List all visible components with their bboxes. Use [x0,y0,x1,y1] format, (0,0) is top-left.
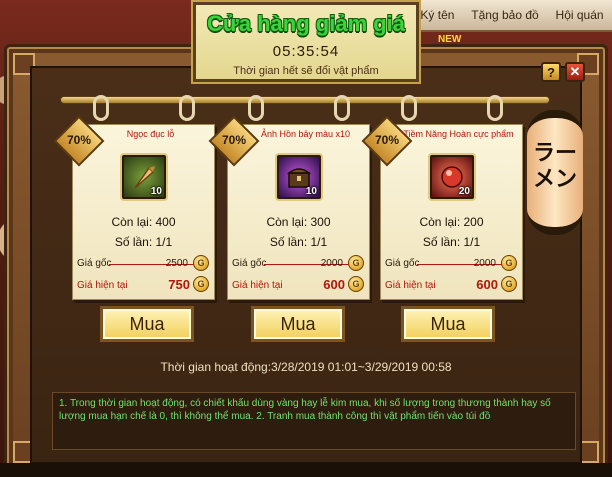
buy-button-item-2[interactable]: Mua [251,306,345,342]
gold-coin-icon: G [348,255,364,271]
remaining-stock: Còn lại: 200 [419,215,484,229]
item-name: Tiềm Năng Hoàn cực phẩm [403,129,514,139]
current-price-label: Giá hiện tại [385,280,436,291]
hanger-hook [179,95,195,121]
menu-item-sign[interactable]: Ký tên [417,8,457,22]
shop-item-card: 70% Ảnh Hồn bảy màu x10 10 Còn lại: 300 … [208,95,370,300]
item-name: Ảnh Hồn bảy màu x10 [260,129,351,139]
current-price: 600 [476,277,498,292]
bottom-bar [0,463,612,477]
refresh-note: Thời gian hết sẽ đổi vật phẩm [233,65,379,77]
original-price: 2500 [165,258,188,269]
treasure-chest-icon[interactable]: 10 [277,155,321,199]
gold-coin-icon: G [501,255,517,271]
buy-button-item-1[interactable]: Mua [100,306,194,342]
original-price-label: Giá gốc [232,258,267,269]
menu-item-guild[interactable]: Hội quán [553,8,607,22]
shop-item-card: 70% Tiềm Năng Hoàn cực phẩm 20 Còn lại: … [361,95,523,300]
event-active-time: Thời gian hoạt động:3/28/2019 01:01~3/29… [160,360,452,374]
shop-item-card: 70% Ngọc đục lỗ 10 Còn lại: 400 Số lần: … [53,95,215,300]
lantern-label: ラーメン [532,140,577,191]
gold-coin-icon: G [348,276,364,292]
lantern-decoration: ラーメン [527,110,583,235]
item-quantity: 20 [458,186,470,197]
event-rules-text: 1. Trong thời gian hoạt động, có chiết k… [52,392,576,450]
top-menu-bar: Ký tên Tặng bảo đồ Hội quán [412,0,612,32]
hanger-hook [248,95,264,121]
hanger-hook [401,95,417,121]
hanger-hook [487,95,503,121]
current-price: 750 [168,277,190,292]
buy-button-item-3[interactable]: Mua [401,306,495,342]
current-price: 600 [323,277,345,292]
hanger-hook [334,95,350,121]
original-price: 2000 [473,258,496,269]
original-price-label: Giá gốc [385,258,420,269]
original-price: 2000 [320,258,343,269]
hanger-hook [93,95,109,121]
red-orb-icon[interactable]: 20 [430,155,474,199]
close-button[interactable]: ✕ [565,62,585,82]
page-title: Cửa hàng giảm giá [206,11,406,36]
gold-coin-icon: G [501,276,517,292]
countdown-timer: 05:35:54 [272,43,340,60]
purchase-limit: Số lần: 1/1 [269,235,328,249]
current-price-label: Giá hiện tại [77,280,128,291]
item-quantity: 10 [305,186,317,197]
purchase-limit: Số lần: 1/1 [114,235,173,249]
drill-icon[interactable]: 10 [122,155,166,199]
menu-item-gift-map[interactable]: Tặng bảo đồ [468,8,541,22]
help-button[interactable]: ? [541,62,561,82]
purchase-limit: Số lần: 1/1 [422,235,481,249]
current-price-label: Giá hiện tại [232,280,283,291]
original-price-label: Giá gốc [77,258,112,269]
title-panel: Cửa hàng giảm giá 05:35:54 Thời gian hết… [193,2,419,82]
gold-coin-icon: G [193,255,209,271]
item-quantity: 10 [150,186,162,197]
scroll-rod [60,96,550,104]
remaining-stock: Còn lại: 400 [111,215,176,229]
item-name: Ngọc đục lỗ [126,129,175,139]
remaining-stock: Còn lại: 300 [266,215,331,229]
gold-coin-icon: G [193,276,209,292]
